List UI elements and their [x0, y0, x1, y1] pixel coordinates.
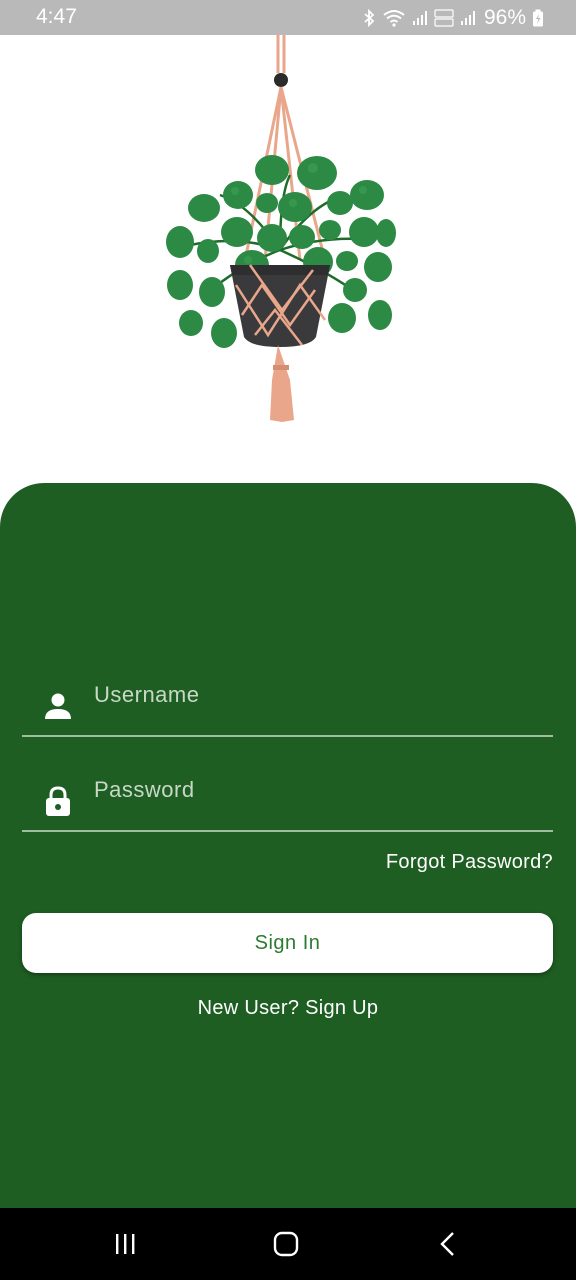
wifi-icon: [383, 10, 405, 27]
navigation-bar: [0, 1208, 576, 1280]
recent-apps-button[interactable]: [101, 1226, 149, 1262]
back-button[interactable]: [424, 1226, 472, 1262]
password-field[interactable]: [22, 760, 553, 832]
home-icon: [273, 1231, 299, 1257]
battery-charging-icon: [533, 9, 543, 27]
illustration-area: [0, 35, 576, 495]
username-input[interactable]: [94, 665, 534, 725]
back-icon: [440, 1232, 454, 1256]
volte-icon: [434, 9, 454, 27]
hanging-plant-illustration: [166, 35, 396, 422]
username-field[interactable]: [22, 665, 553, 737]
status-bar: 4:47 96%: [0, 0, 576, 35]
signal-icon: [412, 11, 427, 25]
password-input[interactable]: [94, 760, 534, 820]
lock-icon: [46, 786, 70, 816]
login-panel: Forgot Password? Sign In New User? Sign …: [0, 483, 576, 1208]
recent-apps-icon: [116, 1234, 135, 1254]
person-icon: [45, 693, 71, 719]
sign-in-button[interactable]: Sign In: [22, 913, 553, 973]
forgot-password-link[interactable]: Forgot Password?: [386, 851, 553, 874]
bluetooth-icon: [364, 9, 375, 27]
status-icons: 96%: [362, 5, 544, 31]
battery-percent: 96%: [483, 6, 526, 29]
home-button[interactable]: [262, 1226, 310, 1262]
signal-icon-2: [460, 11, 475, 25]
status-time: 4:47: [36, 5, 77, 28]
sign-up-link[interactable]: New User? Sign Up: [0, 997, 576, 1020]
